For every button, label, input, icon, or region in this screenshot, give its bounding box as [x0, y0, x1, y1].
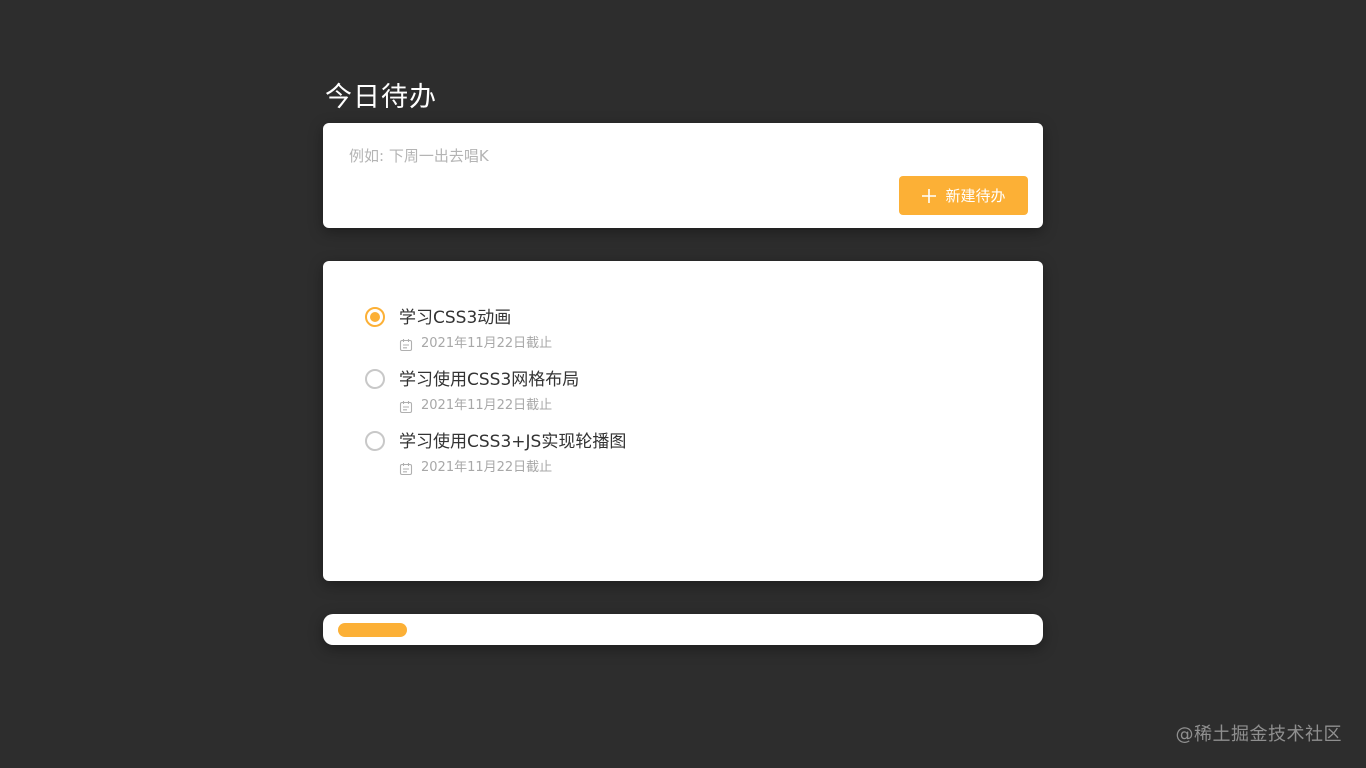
progress-card	[323, 614, 1043, 645]
todo-deadline: 2021年11月22日截止	[421, 336, 553, 351]
page-title: 今日待办	[325, 82, 437, 114]
todo-meta: 2021年11月22日截止	[399, 397, 552, 415]
todo-checkbox[interactable]	[365, 369, 385, 389]
watermark: @稀土掘金技术社区	[1175, 724, 1342, 745]
todo-meta: 2021年11月22日截止	[399, 335, 552, 353]
new-todo-card: 新建待办	[323, 123, 1043, 228]
todo-deadline: 2021年11月22日截止	[421, 460, 553, 475]
todo-title[interactable]: 学习使用CSS3+JS实现轮播图	[399, 429, 626, 455]
todo-checkbox[interactable]	[365, 431, 385, 451]
todo-list-card: 学习CSS3动画 2021年11月22日截止 学习使用CSS3网格布局 2021…	[323, 261, 1043, 581]
todo-app: 今日待办 新建待办 学习CSS3动画	[0, 0, 1366, 768]
progress-fill	[338, 623, 407, 637]
todo-title[interactable]: 学习CSS3动画	[399, 305, 511, 331]
new-todo-input[interactable]	[349, 143, 1009, 169]
todo-checkbox[interactable]	[365, 307, 385, 327]
plus-icon	[921, 188, 937, 204]
calendar-icon	[399, 399, 413, 414]
new-todo-button[interactable]: 新建待办	[899, 176, 1028, 215]
todo-meta: 2021年11月22日截止	[399, 459, 552, 477]
new-todo-button-label: 新建待办	[945, 187, 1006, 205]
calendar-icon	[399, 461, 413, 476]
calendar-icon	[399, 337, 413, 352]
todo-deadline: 2021年11月22日截止	[421, 398, 553, 413]
progress-track	[338, 623, 1028, 637]
todo-title[interactable]: 学习使用CSS3网格布局	[399, 367, 579, 393]
